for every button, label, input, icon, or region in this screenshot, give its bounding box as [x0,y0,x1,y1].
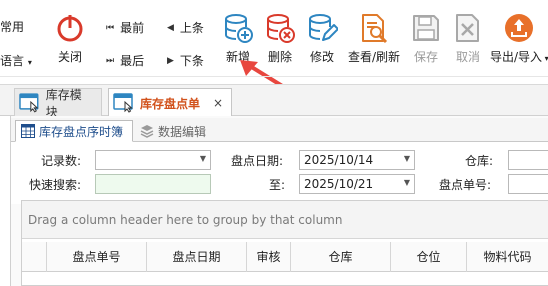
cancel-button[interactable]: 取消 [442,8,494,70]
chevron-down-icon: ▼ [199,154,206,163]
table-grid-icon [21,124,35,138]
record-count-select[interactable]: ▼ [95,150,211,170]
tab-data-edit[interactable]: 数据编辑 [135,120,215,142]
cancel-button-label: 取消 [455,50,480,64]
last-record-button[interactable]: ⏭ 最后 [106,52,144,69]
close-tab-icon[interactable]: × [213,96,223,110]
data-grid: Drag a column header here to group by th… [21,200,548,286]
next-label: 下条 [179,54,204,68]
edit-button-label: 修改 [309,50,334,64]
quick-search-input[interactable] [95,174,211,194]
last-icon: ⏭ [106,55,115,66]
cancel-document-icon [456,14,479,42]
document-search-icon [362,14,388,44]
count-number-label: 盘点单号: [439,178,492,192]
close-button-label: 关闭 [57,50,82,64]
prev-icon: ◀ [167,22,174,33]
grid-header-row: 盘点单号 盘点日期 审核 仓库 仓位 物料代码 [22,242,548,272]
tab-inventory-count-sheet-label: 库存盘点单 [140,96,201,111]
export-import-button[interactable]: 导出/导入 ▾ [490,8,548,70]
column-header-warehouse[interactable]: 仓库 [290,242,390,272]
group-by-panel[interactable]: Drag a column header here to group by th… [22,201,548,239]
ribbon-partial-common-label[interactable]: 常用 [0,18,24,35]
power-icon [57,15,83,42]
column-header-material-code[interactable]: 物料代码 [466,242,548,272]
document-tab-strip: 库存模块 库存盘点单 × [0,84,548,119]
export-icon [505,14,533,42]
query-refresh-button-label: 查看/刷新 [347,50,401,64]
database-edit-icon [309,14,338,41]
chevron-down-icon: ▼ [403,154,410,163]
close-button[interactable]: 关闭 [44,8,96,70]
prev-record-button[interactable]: ◀ 上条 [167,19,204,36]
column-header-count-no[interactable]: 盘点单号 [46,242,146,272]
filter-form: 记录数: ▼ 快速搜索: 盘点日期: 2025/10/14 ▼ 至: 2025/… [11,142,548,204]
first-label: 最前 [120,21,145,35]
edit-button[interactable]: 修改 [296,8,348,70]
count-date-from-value: 2025/10/14 [304,153,374,167]
count-date-to-value: 2025/10/21 [304,177,374,191]
count-number-input[interactable] [508,174,548,194]
tab-count-journal[interactable]: 库存盘点序时簿 [15,120,133,142]
warehouse-label: 仓库: [465,154,494,168]
first-icon: ⏮ [106,22,115,33]
tab-inventory-module-label: 库存模块 [45,88,82,119]
row-indicator-header [22,242,46,272]
export-import-label: 导出/导入 [490,50,543,64]
date-to-label: 至: [269,178,286,192]
warehouse-input[interactable] [508,150,548,170]
count-date-label: 盘点日期: [231,154,284,168]
ribbon-divider [0,76,548,77]
ribbon-toolbar: 常用 语言 ▾ 关闭 ⏮ 最前 ⏭ 最后 ◀ 上条 ▶ 下条 新增 删除 修改 … [0,0,548,94]
window-cursor-icon [113,93,133,113]
chevron-down-icon: ▼ [403,178,410,187]
tab-count-journal-label: 库存盘点序时簿 [39,124,124,139]
prev-label: 上条 [179,21,204,35]
next-icon: ▶ [167,55,174,66]
column-header-count-date[interactable]: 盘点日期 [146,242,246,272]
column-header-audit[interactable]: 审核 [246,242,290,272]
count-date-to-picker[interactable]: 2025/10/21 ▼ [299,174,415,194]
count-date-from-picker[interactable]: 2025/10/14 ▼ [299,150,415,170]
sub-tab-strip: 库存盘点序时簿 数据编辑 [11,118,548,142]
next-record-button[interactable]: ▶ 下条 [167,52,204,69]
database-add-icon [225,14,253,43]
floppy-disk-icon [413,15,439,41]
quick-search-label: 快速搜索: [29,178,82,192]
record-count-label: 记录数: [41,154,82,168]
export-import-button-label: 导出/导入 ▾ [490,48,548,65]
chevron-down-icon: ▾ [27,58,32,67]
column-header-location[interactable]: 仓位 [390,242,466,272]
database-delete-icon [267,14,295,43]
chevron-down-icon: ▾ [542,54,548,63]
language-label: 语言 [0,54,25,68]
last-label: 最后 [120,54,145,68]
first-record-button[interactable]: ⏮ 最前 [106,19,144,36]
window-cursor-icon [19,93,39,113]
query-refresh-button[interactable]: 查看/刷新 [344,8,404,70]
content-pane: 库存盘点序时簿 数据编辑 记录数: ▼ 快速搜索: 盘点日期: 2025/10/… [10,116,548,286]
ribbon-partial-language-label[interactable]: 语言 ▾ [0,52,32,69]
tab-inventory-count-sheet[interactable]: 库存盘点单 × [108,88,232,117]
layers-icon [140,125,154,138]
tab-inventory-module[interactable]: 库存模块 [14,88,102,119]
tab-data-edit-label: 数据编辑 [158,124,207,139]
